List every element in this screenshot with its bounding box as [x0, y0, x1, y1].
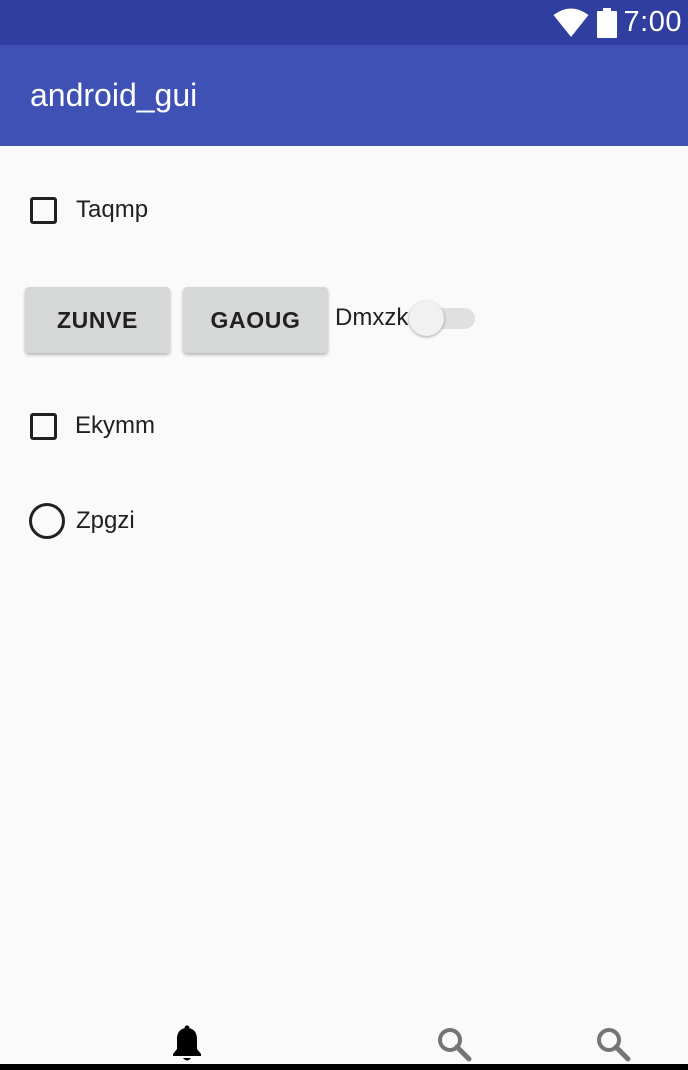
bottom-nav-item-notifications[interactable] — [167, 1024, 207, 1064]
status-bar: 7:00 — [0, 0, 688, 45]
switch-thumb[interactable] — [409, 301, 444, 336]
search-icon — [597, 1028, 631, 1062]
app-title: android_gui — [30, 77, 198, 113]
checkbox-ekymm[interactable]: Ekymm — [30, 411, 155, 441]
switch-label: Dmxzk — [335, 304, 409, 331]
checkbox-label: Ekymm — [75, 412, 155, 439]
status-time: 7:00 — [623, 6, 682, 38]
bottom-nav-item-search-2[interactable] — [593, 1024, 633, 1064]
bell-icon — [173, 1025, 201, 1061]
checkbox-box[interactable] — [30, 412, 57, 440]
search-icon — [438, 1028, 472, 1062]
system-bottom-edge — [0, 1064, 688, 1070]
checkbox-taqmp[interactable]: Taqmp — [30, 195, 148, 225]
app-bar: android_gui — [0, 45, 688, 146]
radio-circle[interactable] — [29, 503, 65, 539]
bottom-nav-item-search-1[interactable] — [434, 1024, 474, 1064]
radio-label: Zpgzi — [76, 507, 135, 534]
checkbox-label: Taqmp — [76, 196, 149, 223]
checkbox-box[interactable] — [30, 196, 57, 224]
gaoug-button[interactable]: GAOUG — [183, 287, 328, 353]
status-icons: 7:00 — [553, 0, 682, 45]
zunve-button[interactable]: ZUNVE — [25, 287, 170, 353]
wifi-icon — [553, 8, 589, 37]
battery-icon — [596, 7, 617, 38]
radio-zpgzi[interactable]: Zpgzi — [29, 503, 135, 539]
